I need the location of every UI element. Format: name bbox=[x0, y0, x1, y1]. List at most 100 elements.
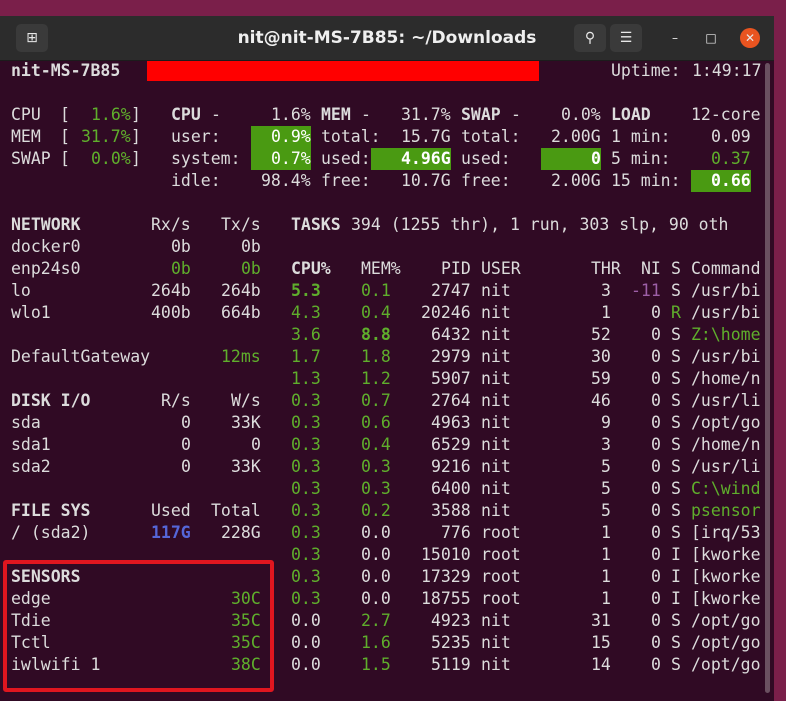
process-ni-cell: 0 bbox=[651, 567, 661, 586]
process-user-cell: nit bbox=[481, 655, 511, 674]
sensor-value: 35C bbox=[231, 633, 261, 652]
process-user-cell: nit bbox=[481, 413, 511, 432]
process-ni-cell: 0 bbox=[651, 479, 661, 498]
process-cpu-cell: 0.3 bbox=[291, 413, 321, 432]
search-icon[interactable]: ⚲ bbox=[574, 24, 606, 52]
meter-swap-value: 0.0% bbox=[91, 149, 131, 168]
process-pid-cell: 6432 bbox=[431, 325, 471, 344]
sensor-value: 38C bbox=[231, 655, 261, 674]
process-cmd-cell: /usr/bi bbox=[691, 347, 761, 366]
col-ni-header[interactable]: NI bbox=[641, 258, 661, 280]
process-cpu-cell: 0.3 bbox=[291, 457, 321, 476]
disk-name: sda2 bbox=[11, 457, 51, 476]
tasks-label: TASKS bbox=[291, 215, 341, 234]
mem-panel-dash: - bbox=[361, 105, 371, 124]
title-bar[interactable]: ⊞ nit@nit-MS-7B85: ~/Downloads ⚲ ☰ – □ ✕ bbox=[0, 16, 774, 61]
col-user-header[interactable]: USER bbox=[481, 258, 521, 280]
process-pid-cell: 2747 bbox=[431, 281, 471, 300]
menu-icon[interactable]: ☰ bbox=[610, 24, 642, 52]
disk-name: sda1 bbox=[11, 435, 51, 454]
process-s-cell: I bbox=[671, 567, 681, 586]
process-cmd-cell: /opt/go bbox=[691, 655, 761, 674]
close-icon[interactable]: ✕ bbox=[740, 28, 760, 48]
process-cmd-cell: /opt/go bbox=[691, 633, 761, 652]
process-s-cell: S bbox=[671, 655, 681, 674]
process-s-cell: S bbox=[671, 435, 681, 454]
process-cpu-cell: 0.3 bbox=[291, 567, 321, 586]
process-ni-cell: 0 bbox=[651, 523, 661, 542]
gateway-value: 12ms bbox=[221, 347, 261, 366]
process-thr-cell: 3 bbox=[601, 281, 611, 300]
gateway-label: DefaultGateway bbox=[11, 347, 151, 366]
process-cpu-cell: 0.3 bbox=[291, 435, 321, 454]
meter-mem-label: MEM bbox=[11, 127, 41, 146]
process-ni-cell: 0 bbox=[651, 611, 661, 630]
process-pid-cell: 5907 bbox=[431, 369, 471, 388]
process-user-cell: nit bbox=[481, 347, 511, 366]
maximize-icon[interactable]: □ bbox=[701, 28, 721, 48]
swap-percent: 0.0% bbox=[561, 105, 601, 124]
disk-read: 0 bbox=[181, 457, 191, 476]
process-thr-cell: 15 bbox=[591, 633, 611, 652]
disk-read: 0 bbox=[181, 413, 191, 432]
process-pid-cell: 15010 bbox=[421, 545, 471, 564]
swap-used-label: used: bbox=[461, 149, 511, 168]
scrollbar[interactable] bbox=[765, 63, 770, 693]
sensor-name: Tdie bbox=[11, 611, 51, 630]
col-pid-header[interactable]: PID bbox=[441, 258, 471, 280]
filesys-total-header: Total bbox=[211, 501, 261, 520]
swap-panel-title: SWAP bbox=[461, 105, 501, 124]
process-pid-cell: 20246 bbox=[421, 303, 471, 322]
process-user-cell: nit bbox=[481, 369, 511, 388]
process-thr-cell: 1 bbox=[601, 523, 611, 542]
cpu-idle-label: idle: bbox=[171, 171, 221, 190]
new-tab-icon[interactable]: ⊞ bbox=[16, 24, 48, 52]
col-mem-header[interactable]: MEM% bbox=[361, 258, 401, 280]
meter-swap-label: SWAP bbox=[11, 149, 51, 168]
process-s-cell: S bbox=[671, 413, 681, 432]
process-cmd-cell: [kworke bbox=[691, 589, 761, 608]
process-cpu-cell: 0.3 bbox=[291, 523, 321, 542]
cpu-idle: 98.4% bbox=[261, 171, 311, 190]
process-cmd-cell: /usr/bi bbox=[691, 281, 761, 300]
process-ni-cell: 0 bbox=[651, 325, 661, 344]
process-ni-cell: 0 bbox=[651, 413, 661, 432]
load-15min-label: 15 min: bbox=[611, 171, 681, 190]
process-cmd-cell: /usr/li bbox=[691, 457, 761, 476]
process-mem-cell: 0.0 bbox=[361, 545, 391, 564]
process-pid-cell: 18755 bbox=[421, 589, 471, 608]
process-user-cell: nit bbox=[481, 435, 511, 454]
col-cpu-header[interactable]: CPU% bbox=[291, 258, 331, 280]
col-command-header[interactable]: Command bbox=[691, 258, 761, 280]
process-mem-cell: 0.0 bbox=[361, 567, 391, 586]
terminal-content[interactable]: nit-MS-7B85 Uptime: 1:49:17 CPU [ 1.6% ]… bbox=[0, 60, 774, 701]
process-s-cell: S bbox=[671, 457, 681, 476]
process-mem-cell: 0.3 bbox=[361, 457, 391, 476]
mem-percent: 31.7% bbox=[401, 105, 451, 124]
meter-mem-close: ] bbox=[131, 127, 141, 146]
process-cpu-cell: 0.0 bbox=[291, 611, 321, 630]
minimize-icon[interactable]: – bbox=[665, 28, 685, 48]
col-s-header[interactable]: S bbox=[671, 258, 681, 280]
disk-read: 0 bbox=[181, 435, 191, 454]
network-tx-header: Tx/s bbox=[221, 215, 261, 234]
window-title: nit@nit-MS-7B85: ~/Downloads bbox=[237, 28, 537, 48]
swap-free: 2.00G bbox=[551, 171, 601, 190]
filesys-used-header: Used bbox=[151, 501, 191, 520]
network-iface: wlo1 bbox=[11, 303, 51, 322]
col-thr-header[interactable]: THR bbox=[591, 258, 621, 280]
process-s-cell: S bbox=[671, 501, 681, 520]
load-5min: 0.37 bbox=[711, 149, 751, 168]
process-s-cell: S bbox=[671, 391, 681, 410]
meter-mem-value: 31.7% bbox=[81, 127, 131, 146]
process-thr-cell: 1 bbox=[601, 589, 611, 608]
hostname: nit-MS-7B85 bbox=[11, 61, 121, 80]
process-mem-cell: 0.7 bbox=[361, 391, 391, 410]
network-iface: lo bbox=[11, 281, 31, 300]
process-s-cell: S bbox=[671, 479, 681, 498]
cpu-panel-title: CPU bbox=[171, 105, 201, 124]
filesys-mount: / (sda2) bbox=[11, 523, 91, 542]
meter-swap-close: ] bbox=[131, 149, 141, 168]
process-thr-cell: 59 bbox=[591, 369, 611, 388]
network-tx: 0b bbox=[241, 237, 261, 256]
